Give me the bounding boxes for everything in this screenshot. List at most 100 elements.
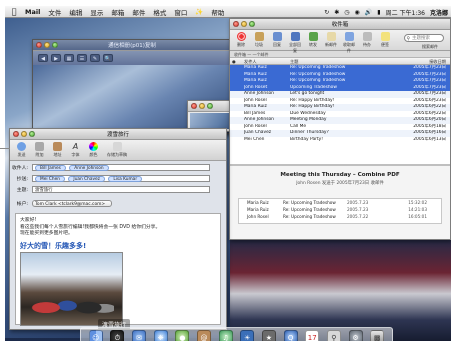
note-button[interactable]: 便签 (378, 32, 392, 48)
close-icon[interactable] (191, 103, 197, 109)
address-book-icon[interactable]: @ (197, 330, 212, 341)
delete-button[interactable]: 删除 (234, 32, 248, 48)
subject-input[interactable]: 渡雪旅行 (32, 186, 210, 193)
desktop-screen:  Mail 文件 编辑 显示 邮箱 邮件 格式 窗口 ✨ 帮助 ↻ ✱ ◷ ◉… (5, 6, 451, 341)
message-row[interactable]: Mei Chen Birthday Party! 2005年6月13日 (230, 137, 450, 144)
safari-icon[interactable]: ❋ (153, 330, 168, 341)
preview-icon[interactable]: ⚲ (326, 330, 341, 341)
message-from: Mei Chen (244, 136, 265, 142)
column-subject[interactable]: 主题 (290, 58, 394, 64)
menu-file[interactable]: 文件 (48, 7, 61, 17)
close-icon[interactable] (233, 21, 239, 27)
reply-button[interactable]: 回复 (270, 32, 284, 48)
column-from[interactable]: 发件人 (244, 58, 290, 64)
message-headline: 好大的雪！乐趣多多! (20, 242, 87, 250)
edit-icon[interactable]: ✎ (90, 54, 100, 62)
recipient-token[interactable]: Lisa Kumar (108, 176, 143, 182)
grid-view-icon[interactable]: ▦ (64, 54, 74, 62)
itunes-icon[interactable]: ♫ (218, 330, 233, 341)
mail-search-input[interactable]: ⚲ 主题搜索 (404, 34, 444, 42)
menu-help[interactable]: 帮助 (211, 7, 224, 17)
menu-format[interactable]: 格式 (153, 7, 166, 17)
menu-help-icon[interactable]: ✨ (195, 8, 203, 16)
menubar-clock[interactable]: 周二 下午1:36 (386, 8, 425, 17)
colors-button[interactable]: 颜色 (86, 142, 101, 158)
mail-viewer-window[interactable]: 收件箱 删除 垃圾 回复 全部回复 转发 新邮件 收取邮件 待办 便签 ⚲ 主题搜… (229, 18, 451, 240)
zoom-icon[interactable] (29, 131, 35, 137)
recipient-token[interactable]: Mei Chen (35, 176, 66, 182)
attach-button[interactable]: 附加 (32, 142, 47, 158)
system-preferences-icon[interactable]: ⚙ (348, 330, 363, 341)
zoom-icon[interactable] (249, 21, 255, 27)
ichat-icon[interactable]: ● (175, 330, 190, 341)
apple-menu-icon[interactable]:  (9, 7, 19, 16)
address-button[interactable]: 地址 (50, 142, 65, 158)
imovie-icon[interactable]: ★ (261, 330, 276, 341)
close-icon[interactable] (36, 42, 42, 48)
recipient-token[interactable]: Bill James (35, 165, 66, 171)
forward-arrow-icon[interactable]: ▶ (51, 54, 61, 62)
menu-edit[interactable]: 编辑 (69, 7, 82, 17)
compose-window-titlebar[interactable]: 渡雪旅行 (10, 129, 226, 140)
sync-icon[interactable]: ↻ (324, 9, 329, 16)
mail-icon[interactable]: ✉ (132, 330, 147, 341)
mail-search-label: 搜索邮件 (422, 44, 438, 49)
account-select[interactable]: Tom Clark <tclark9@mac.com> (32, 200, 112, 207)
cc-input[interactable]: Mei Chen Juan Chavez Lisa Kumar (32, 175, 210, 182)
attached-photo[interactable] (20, 252, 123, 326)
message-preview: Meeting this Thursday – Combine PDF John… (230, 164, 450, 239)
send-button[interactable]: 发送 (14, 142, 29, 158)
menu-mailbox[interactable]: 邮箱 (111, 7, 124, 17)
recipient-token[interactable]: Juan Chavez (68, 176, 105, 182)
timemachine-icon[interactable]: ◷ (344, 9, 349, 16)
finder-icon[interactable]: ☺ (88, 330, 103, 341)
ical-icon[interactable]: 17 (305, 330, 320, 341)
mail-window-titlebar[interactable]: 收件箱 (230, 19, 450, 30)
zoom-tool-icon[interactable]: 🔍 (103, 54, 113, 62)
zoom-icon[interactable] (52, 42, 58, 48)
minimize-icon[interactable] (199, 103, 205, 109)
preview-title: Meeting this Thursday – Combine PDF (280, 172, 400, 178)
column-date[interactable]: 接收日期 (394, 58, 450, 64)
delete-icon (236, 32, 246, 41)
get-mail-button[interactable]: 收取邮件 (342, 32, 356, 54)
bluetooth-icon[interactable]: ✱ (334, 9, 339, 16)
compose-window[interactable]: 渡雪旅行 发送 附加 地址 A 字体 颜色 存储为草稿 收件人: Bill Jam… (9, 128, 227, 330)
menu-window[interactable]: 窗口 (174, 7, 187, 17)
to-input[interactable]: Bill James Anne Johnson (32, 164, 210, 171)
iphoto-icon[interactable]: ☀ (240, 330, 255, 341)
thread-row[interactable]: Maria Ruiz Re: Upcoming Tradeshow 2005.7… (239, 199, 441, 206)
dashboard-icon[interactable]: ⏱ (110, 330, 125, 341)
menu-app[interactable]: Mail (25, 8, 40, 16)
menu-message[interactable]: 邮件 (132, 7, 145, 17)
minimize-icon[interactable] (241, 21, 247, 27)
mail-toolbar: 删除 垃圾 回复 全部回复 转发 新邮件 收取邮件 待办 便签 ⚲ 主题搜索 搜索… (230, 30, 450, 54)
reply-all-button[interactable]: 全部回复 (288, 32, 302, 54)
close-icon[interactable] (13, 131, 19, 137)
todo-button[interactable]: 待办 (360, 32, 374, 48)
junk-button[interactable]: 垃圾 (252, 32, 266, 48)
minimize-icon[interactable] (21, 131, 27, 137)
list-view-icon[interactable]: ☰ (77, 54, 87, 62)
volume-icon[interactable]: 🔊 (365, 9, 372, 16)
fonts-button[interactable]: A 字体 (68, 142, 83, 158)
thread-row[interactable]: John Rosel Re: Upcoming Tradeshow 2005.7… (239, 213, 441, 220)
new-message-button[interactable]: 新邮件 (324, 32, 338, 48)
background-window-titlebar[interactable]: 通信相册(p01)复制 (33, 40, 231, 51)
save-draft-button[interactable]: 存储为草稿 (104, 142, 130, 158)
menubar-user[interactable]: 克洛娜 (430, 8, 448, 17)
back-arrow-icon[interactable]: ◀ (38, 54, 48, 62)
zoom-icon[interactable] (207, 103, 213, 109)
thread-row[interactable]: Maria Ruiz Re: Upcoming Tradeshow 2005.7… (239, 206, 441, 213)
wifi-icon[interactable]: ◉ (355, 9, 360, 16)
trash-icon[interactable]: ▩ (370, 330, 385, 341)
menu-view[interactable]: 显示 (90, 7, 103, 17)
message-body[interactable]: 大家好! 看这些我们每个人雪旅行编辑!我都快将会一张 DVD 给你们分享。 现在… (15, 213, 221, 329)
quicktime-icon[interactable]: Q (283, 330, 298, 341)
recipient-token[interactable]: Anne Johnson (69, 165, 109, 171)
forward-button[interactable]: 转发 (306, 32, 320, 48)
column-status[interactable]: ● (230, 58, 244, 64)
battery-icon[interactable]: ▮ (377, 9, 380, 16)
minimize-icon[interactable] (44, 42, 50, 48)
cc-field: 抄送: Mei Chen Juan Chavez Lisa Kumar (10, 174, 210, 183)
